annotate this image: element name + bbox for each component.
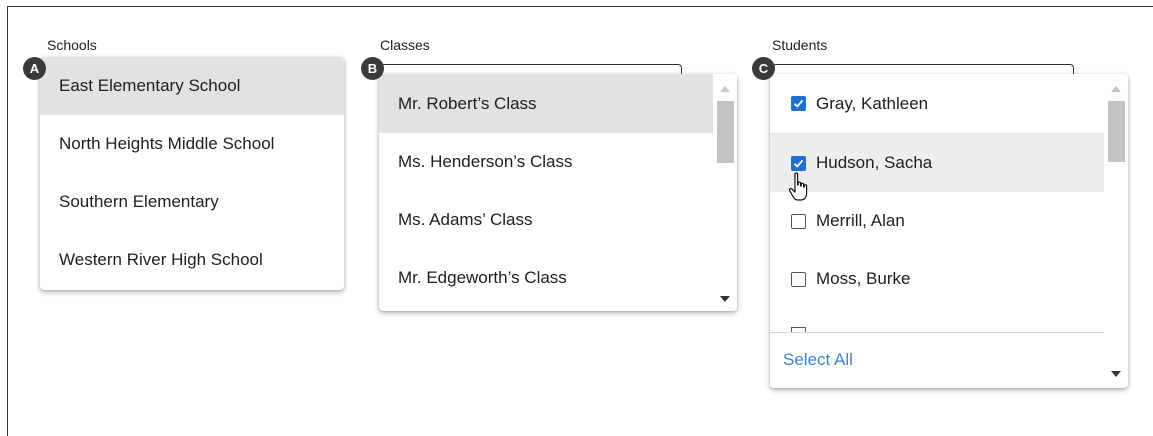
select-all-link[interactable]: Select All (783, 350, 853, 370)
badge-b: B (361, 57, 384, 80)
classes-label: Classes (380, 37, 430, 53)
class-option[interactable]: Ms. Henderson’s Class (379, 133, 713, 191)
student-option[interactable]: Moss, Burke (770, 250, 1104, 308)
scroll-down-icon[interactable] (720, 296, 730, 302)
school-option[interactable]: North Heights Middle School (40, 115, 344, 173)
classes-dropdown: Mr. Robert’s Class Ms. Henderson’s Class… (379, 74, 737, 311)
scroll-up-icon[interactable] (720, 86, 730, 92)
schools-label: Schools (47, 37, 97, 53)
students-label: Students (772, 37, 828, 53)
schools-dropdown: East Elementary School North Heights Mid… (40, 57, 344, 290)
students-scrollbar[interactable] (1104, 74, 1128, 388)
student-option[interactable]: Merrill, Alan (770, 192, 1104, 250)
students-dropdown: Gray, Kathleen Hudson, Sacha Merrill, Al… (770, 74, 1128, 388)
student-option[interactable]: Hudson, Sacha (770, 134, 1104, 192)
badge-a: A (23, 57, 46, 80)
class-option[interactable]: Ms. Adams’ Class (379, 191, 713, 249)
classes-scrollbar[interactable] (713, 74, 737, 311)
checkbox-checked-icon[interactable] (791, 155, 806, 171)
class-option[interactable]: Mr. Edgeworth’s Class (379, 249, 713, 307)
scroll-up-icon[interactable] (1111, 86, 1121, 92)
checkbox-checked-icon[interactable] (791, 96, 806, 111)
hand-cursor-icon (788, 172, 808, 201)
badge-c: C (752, 57, 775, 80)
student-option[interactable]: Gray, Kathleen (770, 74, 1104, 133)
scroll-thumb[interactable] (1108, 101, 1125, 162)
checkbox-icon[interactable] (791, 213, 806, 229)
school-option[interactable]: Western River High School (40, 231, 344, 289)
school-option[interactable]: East Elementary School (40, 57, 344, 115)
school-option[interactable]: Southern Elementary (40, 173, 344, 231)
scroll-thumb[interactable] (717, 101, 734, 163)
scroll-down-icon[interactable] (1111, 371, 1121, 377)
class-option[interactable]: Mr. Robert’s Class (379, 74, 713, 133)
checkbox-icon[interactable] (791, 271, 806, 287)
